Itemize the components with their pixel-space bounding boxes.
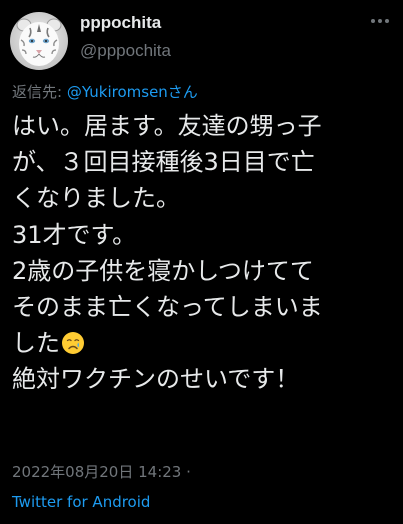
tweet-line: くなりました。 <box>12 184 180 213</box>
tweet-line: 2歳の子供を寝かしつけてて <box>12 256 314 285</box>
tweet-line: 31才です。 <box>12 220 137 249</box>
reply-prefix: 返信先: <box>12 83 67 101</box>
author-handle[interactable]: @pppochita <box>80 41 171 61</box>
tweet-line: はい。居ます。友達の甥っ子 <box>12 112 322 140</box>
avatar[interactable] <box>10 12 68 70</box>
white-tiger-avatar-icon <box>10 12 68 70</box>
crying-face-emoji-icon <box>61 331 85 355</box>
tweet-line: そのまま亡くなってしまいま <box>12 293 323 322</box>
tweet-source-link[interactable]: Twitter for Android <box>12 492 150 512</box>
tweet-line: が、３回目接種後3日目で亡 <box>12 148 315 177</box>
tweet-line-text: した <box>12 329 60 358</box>
reply-mention-link[interactable]: @Yukiromsenさん <box>67 83 198 101</box>
tweet-line: 絶対ワクチンのせいです！ <box>12 365 300 394</box>
author-display-name[interactable]: pppochita <box>80 13 161 33</box>
more-options-button[interactable] <box>369 10 391 32</box>
tweet: pppochita @pppochita 返信先: @Yukiromsenさん … <box>0 0 403 524</box>
more-options-icon <box>371 19 389 23</box>
tweet-line-with-emoji: した <box>12 325 398 361</box>
tweet-text: はい。居ます。友達の甥っ子 が、３回目接種後3日目で亡 くなりました。 31才で… <box>12 108 398 398</box>
tweet-timestamp[interactable]: 2022年08月20日 14:23 · <box>12 462 191 482</box>
reply-context: 返信先: @Yukiromsenさん <box>12 82 198 102</box>
